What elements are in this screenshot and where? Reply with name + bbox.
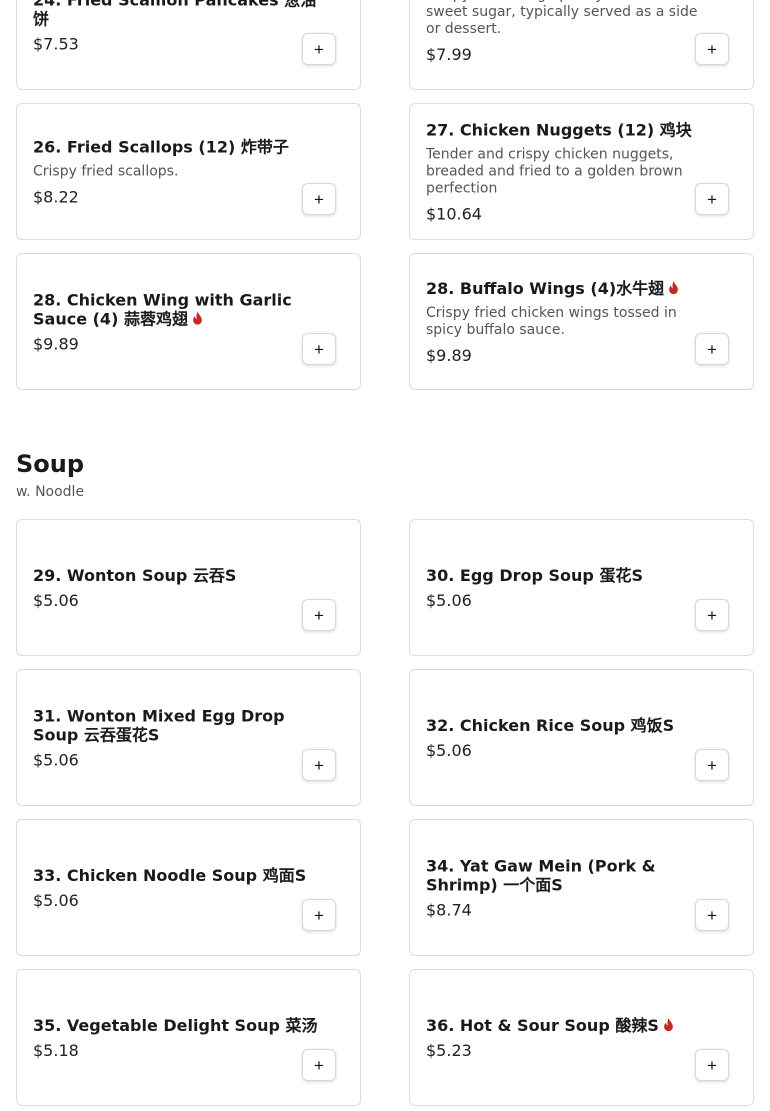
menu-item-card[interactable]: Crispy fried dough pastry coated in swee… [409, 0, 754, 90]
add-to-cart-button[interactable]: + [302, 599, 336, 631]
add-to-cart-button[interactable]: + [302, 183, 336, 215]
add-to-cart-button[interactable]: + [695, 333, 729, 365]
menu-item-card[interactable]: 32. Chicken Rice Soup 鸡饭S $5.06 + [409, 669, 754, 806]
menu-item-content: 34. Yat Gaw Mein (Pork & Shrimp) 一个面S $8… [426, 856, 713, 919]
add-to-cart-button[interactable]: + [302, 899, 336, 931]
menu-item-content: 31. Wonton Mixed Egg Drop Soup 云吞蛋花S $5.… [33, 706, 320, 769]
menu-item-name: 34. Yat Gaw Mein (Pork & Shrimp) 一个面S [426, 856, 713, 894]
add-to-cart-button[interactable]: + [695, 1049, 729, 1081]
menu-item-price: $9.89 [33, 334, 79, 353]
menu-item-card[interactable]: 28. Chicken Wing with Garlic Sauce (4) 蒜… [16, 253, 361, 390]
menu-item-name: 26. Fried Scallops (12) 炸带子 [33, 137, 320, 156]
menu-item-name: 29. Wonton Soup 云吞S [33, 566, 320, 585]
menu-item-card[interactable]: 24. Fried Scallion Pancakes 葱油饼 $7.53 + [16, 0, 361, 90]
menu-item-price: $10.64 [426, 204, 482, 223]
menu-item-name: 35. Vegetable Delight Soup 菜汤 [33, 1016, 320, 1035]
menu-item-price: $5.18 [33, 1040, 79, 1060]
add-to-cart-button[interactable]: + [302, 749, 336, 781]
menu-item-name-text: 33. Chicken Noodle Soup 鸡面S [33, 865, 307, 885]
add-to-cart-button[interactable]: + [302, 333, 336, 365]
menu-item-name-text: 36. Hot & Sour Soup 酸辣S [426, 1015, 659, 1035]
menu-item-price: $5.06 [33, 750, 79, 769]
menu-item-price: $5.23 [426, 1040, 472, 1060]
menu-item-content: 24. Fried Scallion Pancakes 葱油饼 $7.53 [33, 0, 320, 53]
menu-item-price: $7.53 [33, 34, 79, 53]
menu-item-content: 36. Hot & Sour Soup 酸辣S $5.23 [426, 1016, 713, 1060]
menu-item-name: 32. Chicken Rice Soup 鸡饭S [426, 716, 713, 735]
menu-item-price: $5.06 [426, 740, 472, 760]
menu-item-name: 28. Chicken Wing with Garlic Sauce (4) 蒜… [33, 290, 320, 328]
menu-item-card[interactable]: 28. Buffalo Wings (4)水牛翅 Crispy fried ch… [409, 253, 754, 390]
menu-item-name-text: 35. Vegetable Delight Soup 菜汤 [33, 1015, 318, 1035]
soup-items-grid: 29. Wonton Soup 云吞S $5.06 + 30. Egg Drop… [16, 519, 754, 1106]
menu-item-name-text: 31. Wonton Mixed Egg Drop Soup 云吞蛋花S [33, 706, 285, 744]
menu-item-name: 28. Buffalo Wings (4)水牛翅 [426, 279, 713, 298]
add-to-cart-button[interactable]: + [695, 749, 729, 781]
add-to-cart-button[interactable]: + [695, 599, 729, 631]
section-title-soup: Soup [16, 450, 85, 478]
menu-item-content: 32. Chicken Rice Soup 鸡饭S $5.06 [426, 716, 713, 760]
menu-item-name: 27. Chicken Nuggets (12) 鸡块 [426, 120, 713, 139]
menu-item-name-text: 28. Buffalo Wings (4)水牛翅 [426, 278, 665, 298]
menu-item-name: 36. Hot & Sour Soup 酸辣S [426, 1016, 713, 1035]
menu-item-price: $5.06 [33, 590, 79, 610]
menu-item-description: Crispy fried scallops. [33, 163, 179, 179]
menu-item-name-text: 32. Chicken Rice Soup 鸡饭S [426, 715, 675, 735]
menu-item-price: $7.99 [426, 44, 472, 64]
section-subtitle: w. Noodle [16, 484, 85, 500]
menu-item-content: 35. Vegetable Delight Soup 菜汤 $5.18 [33, 1016, 320, 1060]
menu-item-card[interactable]: 26. Fried Scallops (12) 炸带子 Crispy fried… [16, 103, 361, 240]
add-to-cart-button[interactable]: + [695, 899, 729, 931]
menu-item-content: 30. Egg Drop Soup 蛋花S $5.06 [426, 566, 713, 610]
menu-item-description: Crispy fried dough pastry coated in swee… [426, 0, 698, 37]
menu-item-name-text: 34. Yat Gaw Mein (Pork & Shrimp) 一个面S [426, 856, 656, 894]
menu-item-card[interactable]: 34. Yat Gaw Mein (Pork & Shrimp) 一个面S $8… [409, 819, 754, 956]
menu-item-name-text: 29. Wonton Soup 云吞S [33, 565, 237, 585]
menu-item-price: $5.06 [426, 590, 472, 610]
menu-item-name-text: 27. Chicken Nuggets (12) 鸡块 [426, 120, 692, 139]
menu-item-content: 26. Fried Scallops (12) 炸带子 Crispy fried… [33, 137, 320, 206]
menu-item-name-text: 26. Fried Scallops (12) 炸带子 [33, 137, 289, 156]
flame-icon [664, 1017, 673, 1031]
menu-item-name: 30. Egg Drop Soup 蛋花S [426, 566, 713, 585]
menu-item-card[interactable]: 33. Chicken Noodle Soup 鸡面S $5.06 + [16, 819, 361, 956]
menu-item-card[interactable]: 31. Wonton Mixed Egg Drop Soup 云吞蛋花S $5.… [16, 669, 361, 806]
menu-item-content: 33. Chicken Noodle Soup 鸡面S $5.06 [33, 866, 320, 910]
menu-item-price: $5.06 [33, 890, 79, 910]
menu-item-content: 28. Buffalo Wings (4)水牛翅 Crispy fried ch… [426, 279, 713, 365]
add-to-cart-button[interactable]: + [302, 33, 336, 65]
menu-item-card[interactable]: 30. Egg Drop Soup 蛋花S $5.06 + [409, 519, 754, 656]
menu-item-description: Tender and crispy chicken nuggets, bread… [426, 146, 683, 196]
menu-item-card[interactable]: 35. Vegetable Delight Soup 菜汤 $5.18 + [16, 969, 361, 1106]
menu-item-name-text: 24. Fried Scallion Pancakes 葱油饼 [33, 0, 316, 28]
menu-item-card[interactable]: 36. Hot & Sour Soup 酸辣S $5.23 + [409, 969, 754, 1106]
menu-item-card[interactable]: 29. Wonton Soup 云吞S $5.06 + [16, 519, 361, 656]
menu-item-card[interactable]: 27. Chicken Nuggets (12) 鸡块 Tender and c… [409, 103, 754, 240]
menu-item-price: $9.89 [426, 345, 472, 365]
menu-item-description: Crispy fried chicken wings tossed in spi… [426, 304, 677, 338]
menu-item-content: Crispy fried dough pastry coated in swee… [426, 0, 713, 64]
add-to-cart-button[interactable]: + [302, 1049, 336, 1081]
menu-item-name: 31. Wonton Mixed Egg Drop Soup 云吞蛋花S [33, 706, 320, 744]
top-items-grid: 24. Fried Scallion Pancakes 葱油饼 $7.53 + … [16, 0, 754, 390]
menu-item-content: 27. Chicken Nuggets (12) 鸡块 Tender and c… [426, 120, 713, 223]
menu-item-name-text: 28. Chicken Wing with Garlic Sauce (4) 蒜… [33, 290, 292, 328]
add-to-cart-button[interactable]: + [695, 33, 729, 65]
add-to-cart-button[interactable]: + [695, 183, 729, 215]
flame-icon [193, 311, 202, 325]
menu-item-content: 29. Wonton Soup 云吞S $5.06 [33, 566, 320, 610]
menu-item-name-text: 30. Egg Drop Soup 蛋花S [426, 565, 643, 585]
menu-item-price: $8.22 [33, 187, 79, 206]
menu-item-content: 28. Chicken Wing with Garlic Sauce (4) 蒜… [33, 290, 320, 353]
menu-item-name: 24. Fried Scallion Pancakes 葱油饼 [33, 0, 320, 28]
menu-item-name: 33. Chicken Noodle Soup 鸡面S [33, 866, 320, 885]
menu-item-price: $8.74 [426, 900, 472, 919]
flame-icon [669, 280, 679, 294]
